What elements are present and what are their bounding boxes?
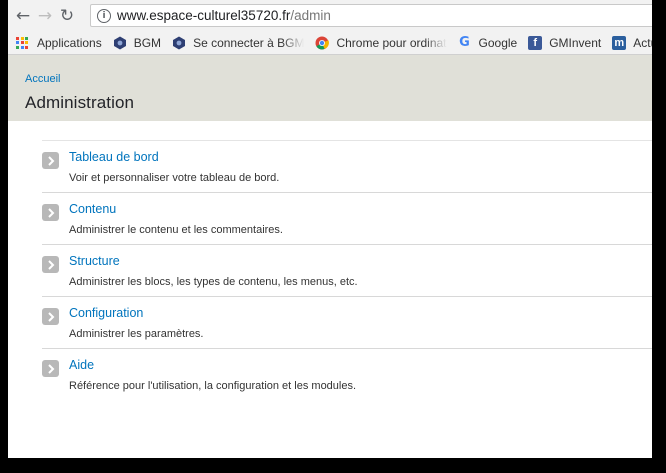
bookmark-se-connecter-bgm[interactable]: Se connecter à BGM: [172, 36, 304, 50]
admin-item-description: Administrer le contenu et les commentair…: [69, 224, 283, 236]
bookmark-label: Se connecter à BGM: [193, 35, 305, 50]
bgm-icon: [113, 36, 127, 50]
bookmark-label: BGM: [133, 35, 162, 50]
page-header: Accueil Administration: [8, 55, 652, 121]
admin-item-link[interactable]: Contenu: [69, 202, 652, 217]
admin-item-description: Administrer les blocs, les types de cont…: [69, 276, 358, 288]
browser-window: ← → ↻ i www.espace-culturel35720.fr/admi…: [8, 0, 652, 458]
url-path: /admin: [290, 8, 331, 23]
google-icon: G: [459, 35, 470, 50]
apps-grid-icon: [16, 36, 28, 49]
bookmark-applications[interactable]: Applications: [8, 36, 102, 50]
admin-item-structure: Structure Administrer les blocs, les typ…: [42, 244, 652, 296]
bookmark-google[interactable]: G Google: [458, 35, 518, 50]
admin-item-link[interactable]: Tableau de bord: [69, 150, 652, 165]
chevron-right-icon: [42, 308, 59, 325]
admin-item-link[interactable]: Configuration: [69, 306, 652, 321]
bookmark-label: Chrome pour ordinat: [336, 35, 447, 50]
admin-list: Tableau de bord Voir et personnaliser vo…: [42, 140, 652, 400]
bookmark-label: Applications: [37, 35, 102, 50]
breadcrumb-link-accueil[interactable]: Accueil: [25, 73, 60, 85]
breadcrumb: Accueil: [25, 73, 652, 85]
bgm-icon: [172, 36, 186, 50]
bookmark-actualite[interactable]: m Actualité BGI: [612, 35, 652, 50]
forward-icon[interactable]: →: [34, 5, 56, 27]
chrome-icon: [315, 36, 330, 50]
admin-item-description: Référence pour l'utilisation, la configu…: [69, 380, 357, 392]
admin-item-link[interactable]: Aide: [69, 358, 652, 373]
bookmark-label: GMInvent: [549, 35, 602, 50]
page-title: Administration: [25, 93, 135, 112]
chevron-right-icon: [42, 204, 59, 221]
browser-toolbar: ← → ↻ i www.espace-culturel35720.fr/admi…: [8, 0, 652, 31]
back-icon[interactable]: ←: [12, 5, 34, 27]
admin-item-tableau-de-bord: Tableau de bord Voir et personnaliser vo…: [42, 140, 652, 192]
info-icon[interactable]: i: [97, 8, 111, 23]
bookmark-label: Google: [478, 35, 518, 50]
admin-item-description: Administrer les paramètres.: [69, 328, 204, 340]
chevron-right-icon: [42, 360, 59, 377]
address-bar[interactable]: i www.espace-culturel35720.fr/admin: [90, 4, 652, 27]
admin-item-configuration: Configuration Administrer les paramètres…: [42, 296, 652, 348]
admin-item-link[interactable]: Structure: [69, 254, 652, 269]
reload-icon[interactable]: ↻: [56, 5, 78, 27]
facebook-icon: f: [528, 35, 543, 50]
bookmark-bgm[interactable]: BGM: [113, 36, 161, 50]
chevron-right-icon: [42, 256, 59, 273]
chevron-right-icon: [42, 152, 59, 169]
admin-item-aide: Aide Référence pour l'utilisation, la co…: [42, 348, 652, 400]
bookmark-label: Actualité BGI: [633, 35, 652, 50]
url-host: www.espace-culturel35720.fr: [117, 8, 291, 23]
bookmark-gminvent[interactable]: f GMInvent: [528, 35, 602, 50]
admin-item-contenu: Contenu Administrer le contenu et les co…: [42, 192, 652, 244]
m-icon: m: [612, 35, 627, 50]
admin-item-description: Voir et personnaliser votre tableau de b…: [69, 172, 280, 184]
bookmark-chrome[interactable]: Chrome pour ordinat: [315, 35, 447, 50]
bookmarks-bar: Applications BGM Se connecter à BGM Chro…: [8, 31, 652, 55]
